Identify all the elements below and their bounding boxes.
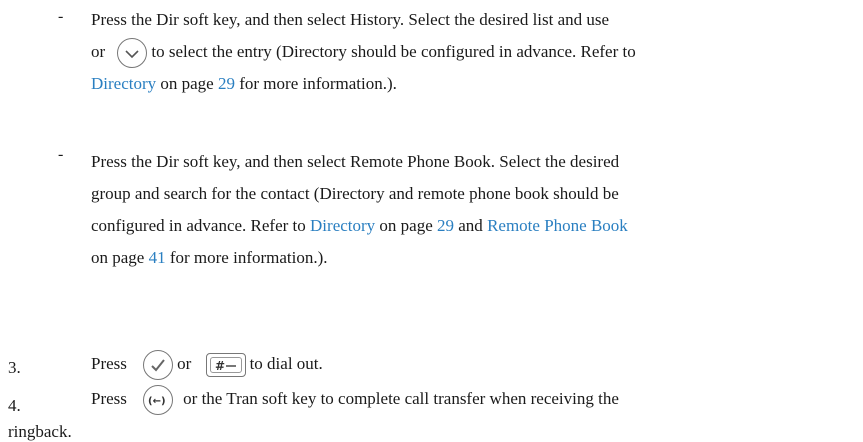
remote-line-2: group and search for the contact (Direct… [91,184,619,203]
remote-refer: configured in advance. Refer to [91,216,311,235]
step-4-line-2: ringback. [8,422,72,441]
remote-on-page: on page [375,216,438,235]
svg-text:#: # [215,359,225,373]
step-3: Press or # to dial out. [91,348,323,381]
directory-link[interactable]: Directory [310,216,375,235]
page-41-link[interactable]: 41 [149,248,166,267]
history-line-1: Press the Dir soft key, and then select … [91,10,610,29]
step-3-number: 3. [8,358,21,377]
remote-line-3: configured in advance. Refer to Director… [91,210,861,242]
remote-on-page-2: on page [91,248,149,267]
step-3-press: Press [91,354,127,373]
remote-phonebook-instruction: Press the Dir soft key, and then select … [91,146,861,274]
step-3-or: or [177,354,192,373]
remote-phone-book-link[interactable]: Remote Phone Book [487,216,628,235]
step-3-tail: to dial out. [249,354,323,373]
transfer-key-icon: (←) [143,385,174,416]
step-4-press: Press [91,389,127,408]
bullet-dash: - [58,8,64,25]
history-or: or [91,42,106,61]
step-4-tail: or the Tran soft key to complete call tr… [183,389,619,408]
history-on-page: on page [156,74,218,94]
remote-and: and [454,216,488,235]
down-navigation-key-icon [117,38,148,69]
history-line-2: or to select the entry (Directory should… [91,38,851,69]
history-more-info: for more information.). [234,74,397,94]
step-4: Press (←) or the Tran soft key to comple… [91,384,851,416]
step-4-number: 4. [8,396,21,415]
history-line-3: Directory on page 29 for more informatio… [91,70,851,98]
remote-line-1: Press the Dir soft key, and then select … [91,152,620,171]
bullet-dash: - [58,146,64,163]
ok-key-icon [143,350,174,381]
page-29-link[interactable]: 29 [437,216,454,235]
history-instruction: Press the Dir soft key, and then select … [91,6,851,98]
history-select-text: to select the entry (Directory should be… [151,42,636,61]
svg-text:(←): (←) [148,396,166,407]
remote-more-info: for more information.). [165,248,328,267]
step-4-line-1: Press (←) or the Tran soft key to comple… [91,384,851,416]
directory-link[interactable]: Directory [91,74,156,93]
remote-line-4: on page 41 for more information.). [91,242,861,274]
page-29-link[interactable]: 29 [218,74,235,93]
pound-send-key-icon: # [205,353,246,378]
